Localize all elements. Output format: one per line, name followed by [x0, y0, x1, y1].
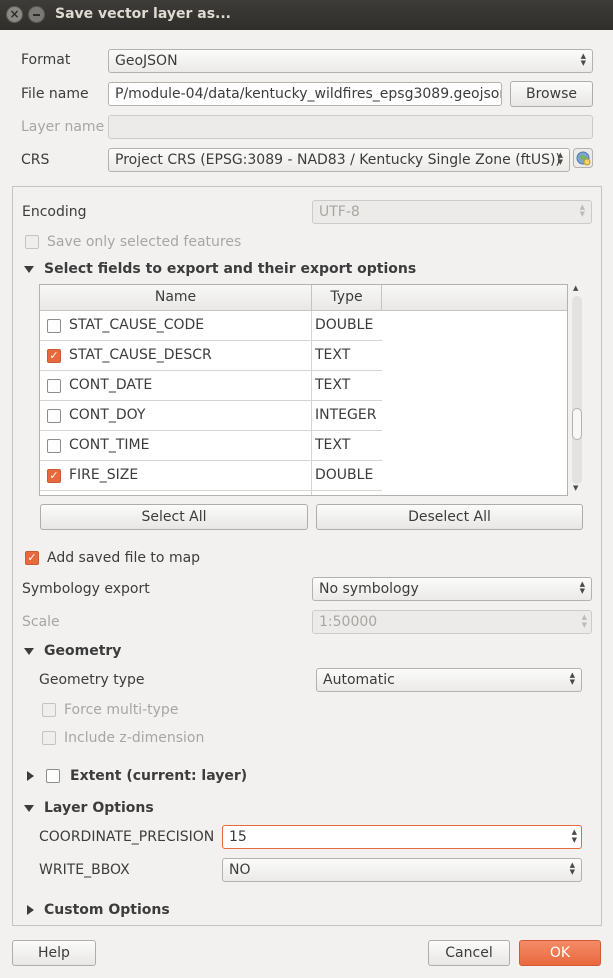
expand-right-icon[interactable]	[27, 905, 34, 915]
collapse-down-icon[interactable]	[24, 648, 34, 655]
spin-arrows-icon: ▲ ▼	[581, 613, 587, 629]
combo-arrows-icon: ▲ ▼	[557, 151, 563, 166]
field-checkbox[interactable]	[47, 439, 61, 453]
field-name: CONT_DOY	[69, 407, 146, 423]
crs-value: Project CRS (EPSG:3089 - NAD83 / Kentuck…	[115, 152, 561, 168]
window-title: Save vector layer as...	[55, 6, 231, 22]
coord-precision-input[interactable]: 15 ▲ ▼	[222, 825, 582, 849]
table-row[interactable]: STAT_CAUSE_CODE DOUBLE	[40, 311, 382, 341]
scale-value: 1:50000	[319, 614, 378, 630]
field-type: TEXT	[315, 347, 351, 363]
write-bbox-combo[interactable]: NO ▲ ▼	[222, 858, 582, 882]
add-to-map-label: Add saved file to map	[47, 550, 201, 566]
include-z-checkbox[interactable]	[42, 731, 56, 745]
field-name: CONT_DATE	[69, 377, 153, 393]
geometry-type-value: Automatic	[323, 672, 395, 688]
field-name: STAT_CAUSE_DESCR	[69, 347, 212, 363]
field-name: FIRE_SIZE	[69, 467, 139, 483]
field-type: TEXT	[315, 377, 351, 393]
combo-arrows-icon: ▲ ▼	[569, 861, 575, 876]
field-checkbox[interactable]: ✓	[47, 349, 61, 363]
table-row[interactable]: CONT_DOY INTEGER	[40, 401, 382, 431]
spin-arrows-icon: ▲ ▼	[571, 828, 577, 844]
format-combo[interactable]: GeoJSON ▲ ▼	[108, 49, 593, 73]
force-multi-checkbox[interactable]	[42, 703, 56, 717]
column-header-type[interactable]: Type	[312, 285, 382, 310]
close-icon[interactable]: ×	[6, 6, 23, 23]
combo-arrows-icon: ▲ ▼	[580, 52, 586, 67]
format-value: GeoJSON	[115, 53, 178, 69]
expand-right-icon[interactable]	[27, 771, 34, 781]
cancel-button[interactable]: Cancel	[428, 940, 510, 966]
field-type: TEXT	[315, 437, 351, 453]
symbology-export-label: Symbology export	[22, 581, 150, 597]
field-name: CONT_TIME	[69, 437, 150, 453]
file-name-input[interactable]: P/module-04/data/kentucky_wildfires_epsg…	[108, 82, 502, 106]
format-label: Format	[21, 52, 71, 68]
scale-label: Scale	[22, 614, 60, 630]
collapse-down-icon[interactable]	[24, 805, 34, 812]
extent-checkbox[interactable]	[46, 769, 60, 783]
field-type: DOUBLE	[315, 467, 374, 483]
add-to-map-checkbox[interactable]: ✓	[25, 551, 39, 565]
combo-arrows-icon: ▲ ▼	[579, 580, 585, 595]
select-all-button[interactable]: Select All	[40, 504, 308, 530]
force-multi-label: Force multi-type	[64, 702, 179, 718]
scroll-up-icon[interactable]: ▲	[573, 284, 578, 292]
crs-selector-icon[interactable]	[573, 148, 593, 168]
table-row[interactable]: ✓ STAT_CAUSE_DESCR TEXT	[40, 341, 382, 371]
encoding-label: Encoding	[22, 204, 87, 220]
help-button[interactable]: Help	[12, 940, 96, 966]
field-checkbox[interactable]	[47, 379, 61, 393]
fields-section-header[interactable]: Select fields to export and their export…	[44, 261, 416, 277]
geometry-type-combo[interactable]: Automatic ▲ ▼	[316, 668, 582, 692]
ok-button[interactable]: OK	[519, 940, 601, 966]
scrollbar-thumb[interactable]	[572, 408, 582, 440]
file-name-label: File name	[21, 86, 89, 102]
table-row[interactable]: CONT_DATE TEXT	[40, 371, 382, 401]
crs-label: CRS	[21, 152, 50, 168]
collapse-down-icon[interactable]	[24, 266, 34, 273]
save-selected-checkbox[interactable]	[25, 235, 39, 249]
encoding-value: UTF-8	[319, 204, 360, 220]
geometry-section-header[interactable]: Geometry	[44, 643, 121, 659]
coord-precision-value: 15	[229, 829, 247, 845]
field-type: INTEGER	[315, 407, 377, 423]
combo-arrows-icon: ▲ ▼	[569, 671, 575, 686]
layer-name-label: Layer name	[21, 119, 105, 135]
extent-section-header[interactable]: Extent (current: layer)	[70, 768, 247, 784]
write-bbox-value: NO	[229, 862, 251, 878]
layer-name-input[interactable]	[108, 115, 593, 139]
field-checkbox[interactable]	[47, 409, 61, 423]
minimize-icon[interactable]	[28, 6, 45, 23]
custom-options-section-header[interactable]: Custom Options	[44, 902, 170, 918]
save-selected-label: Save only selected features	[47, 234, 242, 250]
encoding-combo[interactable]: UTF-8 ▲ ▼	[312, 200, 592, 224]
fields-scrollbar[interactable]: ▲ ▼	[570, 284, 584, 496]
scale-input[interactable]: 1:50000 ▲ ▼	[312, 610, 592, 634]
deselect-all-button[interactable]: Deselect All	[316, 504, 583, 530]
combo-arrows-icon: ▲ ▼	[579, 203, 585, 218]
table-header: Name Type	[40, 285, 567, 311]
field-checkbox[interactable]: ✓	[47, 469, 61, 483]
layer-options-section-header[interactable]: Layer Options	[44, 800, 154, 816]
symbology-export-value: No symbology	[319, 581, 419, 597]
symbology-export-combo[interactable]: No symbology ▲ ▼	[312, 577, 592, 601]
column-header-name[interactable]: Name	[40, 285, 312, 310]
field-name: STAT_CAUSE_CODE	[69, 317, 205, 333]
geometry-type-label: Geometry type	[39, 672, 145, 688]
browse-button[interactable]: Browse	[510, 81, 593, 107]
include-z-label: Include z-dimension	[64, 730, 205, 746]
field-type: DOUBLE	[315, 317, 374, 333]
field-checkbox[interactable]	[47, 319, 61, 333]
write-bbox-label: WRITE_BBOX	[39, 862, 130, 878]
table-row[interactable]: ✓ FIRE_SIZE DOUBLE	[40, 461, 382, 491]
table-row[interactable]	[40, 491, 382, 495]
table-row[interactable]: CONT_TIME TEXT	[40, 431, 382, 461]
scroll-down-icon[interactable]: ▼	[573, 484, 578, 492]
crs-combo[interactable]: Project CRS (EPSG:3089 - NAD83 / Kentuck…	[108, 148, 570, 172]
coord-precision-label: COORDINATE_PRECISION	[39, 829, 215, 845]
fields-table: Name Type STAT_CAUSE_CODE DOUBLE ✓ STAT_…	[39, 284, 568, 496]
title-bar: × Save vector layer as...	[0, 0, 613, 30]
